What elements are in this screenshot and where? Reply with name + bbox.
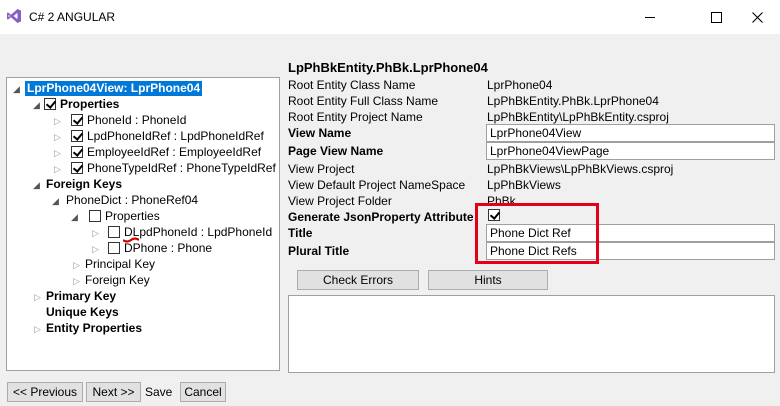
collapsed-arrow-icon[interactable]: ▷ xyxy=(54,161,61,177)
hints-button[interactable]: Hints xyxy=(428,270,548,290)
checkbox[interactable] xyxy=(71,114,83,126)
title-bar: C# 2 ANGULAR xyxy=(0,0,780,34)
tree-node-primary-key[interactable]: Primary Key xyxy=(46,288,116,304)
label-title: Title xyxy=(288,226,313,240)
entity-tree[interactable]: ◢ LprPhone04View: LprPhone04 ◢ Propertie… xyxy=(6,77,280,371)
tree-node-property[interactable]: EmployeeIdRef : EmployeeIdRef xyxy=(71,144,261,160)
collapsed-arrow-icon[interactable]: ▷ xyxy=(54,113,61,129)
collapsed-arrow-icon[interactable]: ▷ xyxy=(73,257,80,273)
tree-node-property[interactable]: PhoneTypeIdRef : PhoneTypeIdRef xyxy=(71,160,276,176)
tree-node-unique-keys[interactable]: Unique Keys xyxy=(46,304,119,320)
label-plural-title: Plural Title xyxy=(288,244,350,258)
label-view-name: View Name xyxy=(288,126,352,140)
tree-node-phone-dict[interactable]: PhoneDict : PhoneRef04 xyxy=(66,192,198,208)
checkbox[interactable] xyxy=(71,162,83,174)
label-generate-json-property: Generate JsonProperty Attribute xyxy=(288,210,474,224)
label-page-view-name: Page View Name xyxy=(288,144,384,158)
visual-studio-icon xyxy=(7,9,21,23)
close-icon xyxy=(751,11,763,23)
page-view-name-input[interactable]: LprPhone04ViewPage xyxy=(486,142,775,160)
highlight-annotation xyxy=(475,203,599,264)
tree-node-root[interactable]: LprPhone04View: LprPhone04 xyxy=(25,80,203,96)
collapsed-arrow-icon[interactable]: ▷ xyxy=(34,289,41,305)
details-title: LpPhBkEntity.PhBk.LprPhone04 xyxy=(288,60,488,75)
collapsed-arrow-icon[interactable]: ▷ xyxy=(54,129,61,145)
maximize-button[interactable] xyxy=(693,4,739,30)
collapsed-arrow-icon[interactable]: ▷ xyxy=(34,321,41,337)
next-button[interactable]: Next >> xyxy=(86,382,141,402)
check-errors-button[interactable]: Check Errors xyxy=(297,270,419,290)
tree-node-foreign-key[interactable]: Foreign Key xyxy=(85,272,150,288)
tree-node-principal-key[interactable]: Principal Key xyxy=(85,256,155,272)
collapsed-arrow-icon[interactable]: ▷ xyxy=(92,225,99,241)
tree-node-fk-properties[interactable]: Properties xyxy=(89,208,160,224)
minimize-icon xyxy=(645,17,655,18)
save-button[interactable]: Save xyxy=(145,384,172,400)
tree-node-property[interactable]: LpdPhoneIdRef : LpdPhoneIdRef xyxy=(71,128,264,144)
checkbox[interactable] xyxy=(108,242,120,254)
previous-button[interactable]: << Previous xyxy=(7,382,83,402)
maximize-icon xyxy=(710,11,722,23)
collapsed-arrow-icon[interactable]: ▷ xyxy=(92,241,99,257)
checkbox[interactable] xyxy=(44,98,56,110)
value-root-entity-full-class-name: LpPhBkEntity.PhBk.LprPhone04 xyxy=(487,94,659,108)
expanded-arrow-icon[interactable]: ◢ xyxy=(33,177,40,193)
close-button[interactable] xyxy=(734,4,780,30)
checkbox[interactable] xyxy=(71,146,83,158)
label-view-project-folder: View Project Folder xyxy=(288,194,392,208)
expanded-arrow-icon[interactable]: ◢ xyxy=(13,81,20,97)
output-textarea[interactable] xyxy=(288,295,775,373)
tree-node-foreign-keys[interactable]: Foreign Keys xyxy=(46,176,122,192)
value-view-default-namespace: LpPhBkViews xyxy=(487,178,561,192)
spellcheck-squiggle xyxy=(123,237,139,243)
tree-node-entity-properties[interactable]: Entity Properties xyxy=(46,320,142,336)
value-view-project: LpPhBkViews\LpPhBkViews.csproj xyxy=(487,162,674,176)
tree-node-property[interactable]: PhoneId : PhoneId xyxy=(71,112,186,128)
value-root-entity-project-name: LpPhBkEntity\LpPhBkEntity.csproj xyxy=(487,110,669,124)
tree-node-properties[interactable]: Properties xyxy=(44,96,119,112)
tree-node-root-label: LprPhone04View: LprPhone04 xyxy=(25,80,203,96)
label-root-entity-class-name: Root Entity Class Name xyxy=(288,78,416,92)
label-root-entity-project-name: Root Entity Project Name xyxy=(288,110,423,124)
value-root-entity-class-name: LprPhone04 xyxy=(487,78,553,92)
checkbox[interactable] xyxy=(89,210,101,222)
expanded-arrow-icon[interactable]: ◢ xyxy=(52,193,59,209)
checkbox[interactable] xyxy=(71,130,83,142)
expanded-arrow-icon[interactable]: ◢ xyxy=(71,209,78,225)
cancel-button[interactable]: Cancel xyxy=(180,382,226,402)
label-view-project: View Project xyxy=(288,162,355,176)
collapsed-arrow-icon[interactable]: ▷ xyxy=(73,273,80,289)
view-name-input[interactable]: LprPhone04View xyxy=(486,124,775,142)
checkbox[interactable] xyxy=(108,226,120,238)
label-view-default-namespace: View Default Project NameSpace xyxy=(288,178,466,192)
window-title: C# 2 ANGULAR xyxy=(29,10,116,24)
label-root-entity-full-class-name: Root Entity Full Class Name xyxy=(288,94,439,108)
collapsed-arrow-icon[interactable]: ▷ xyxy=(54,145,61,161)
expanded-arrow-icon[interactable]: ◢ xyxy=(33,97,40,113)
minimize-button[interactable] xyxy=(627,4,673,30)
